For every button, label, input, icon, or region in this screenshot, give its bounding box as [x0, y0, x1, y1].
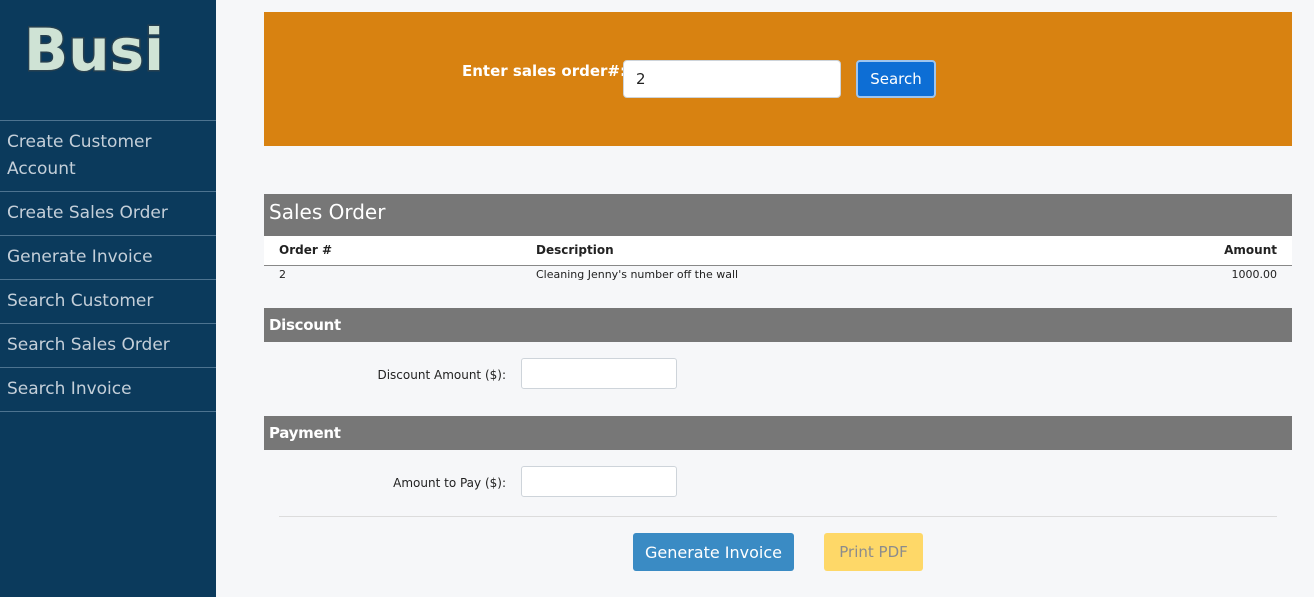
search-label: Enter sales order#: [462, 62, 626, 80]
sidebar-item-search-customer[interactable]: Search Customer [0, 280, 216, 324]
sales-order-search-input[interactable] [623, 60, 841, 98]
amount-cell: 1000.00 [1231, 267, 1278, 281]
table-row: 2 Cleaning Jenny's number off the wall 1… [264, 265, 1292, 284]
sidebar-item-search-sales-order[interactable]: Search Sales Order [0, 324, 216, 368]
order-number-cell: 2 [279, 267, 286, 281]
sidebar-nav: Create Customer Account Create Sales Ord… [0, 120, 216, 412]
sales-order-table: Order # Description Amount 2 Cleaning Je… [264, 236, 1292, 284]
column-header-amount: Amount [1081, 236, 1292, 266]
main-content: Enter sales order#: Search Sales Order O… [216, 0, 1314, 597]
divider [279, 516, 1277, 517]
sidebar-item-create-customer-account[interactable]: Create Customer Account [0, 121, 216, 192]
svg-text:Busi: Busi [28, 16, 160, 84]
sidebar-item-generate-invoice[interactable]: Generate Invoice [0, 236, 216, 280]
print-pdf-button[interactable]: Print PDF [824, 533, 923, 571]
search-button[interactable]: Search [856, 60, 936, 98]
discount-header: Discount [264, 308, 1292, 342]
amount-to-pay-input[interactable] [521, 466, 677, 497]
sidebar-item-label: Generate Invoice [7, 247, 153, 267]
sales-order-header: Sales Order [264, 194, 1292, 236]
sidebar-item-create-sales-order[interactable]: Create Sales Order [0, 192, 216, 236]
table-header-row: Order # Description Amount [264, 236, 1292, 266]
description-cell: Cleaning Jenny's number off the wall [536, 267, 739, 281]
discount-amount-input[interactable] [521, 358, 677, 389]
busi-logo[interactable]: Busi [28, 10, 160, 86]
column-header-order: Order # [264, 236, 521, 266]
amount-to-pay-label: Amount to Pay ($): [393, 476, 506, 490]
payment-header: Payment [264, 416, 1292, 450]
sidebar-item-label: Create Customer Account [7, 132, 152, 179]
discount-amount-label: Discount Amount ($): [377, 368, 506, 382]
sidebar: Busi Create Customer Account Create Sale… [0, 0, 216, 597]
sidebar-item-label: Search Invoice [7, 379, 132, 399]
sidebar-item-search-invoice[interactable]: Search Invoice [0, 368, 216, 412]
generate-invoice-button[interactable]: Generate Invoice [633, 533, 794, 571]
sidebar-item-label: Search Customer [7, 291, 154, 311]
search-panel: Enter sales order#: Search [264, 12, 1292, 146]
column-header-description: Description [521, 236, 1081, 266]
sidebar-item-label: Search Sales Order [7, 335, 170, 355]
sidebar-item-label: Create Sales Order [7, 203, 168, 223]
